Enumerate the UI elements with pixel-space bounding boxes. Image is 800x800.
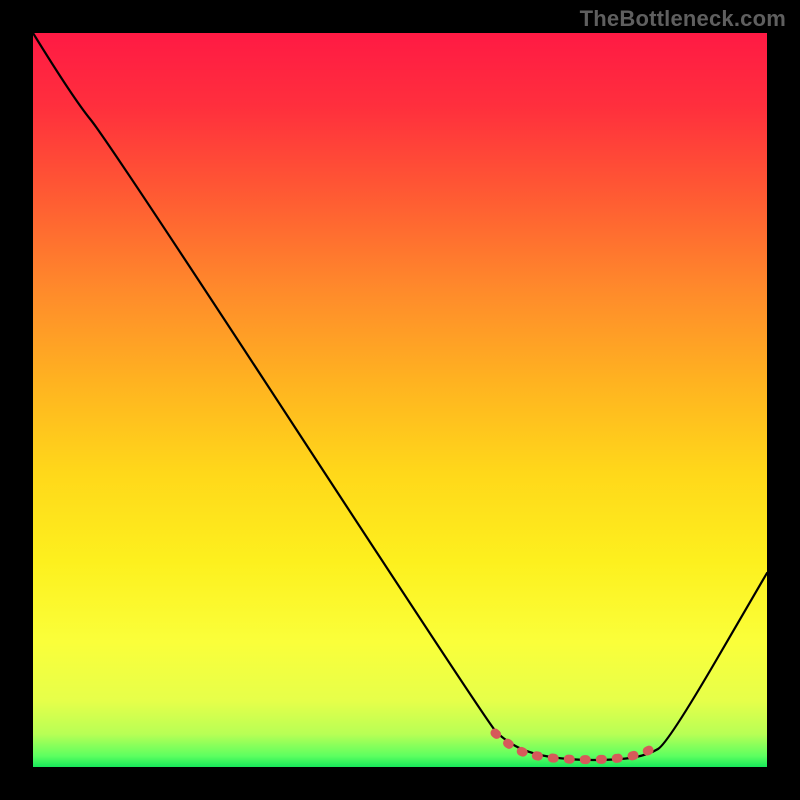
chart-frame: TheBottleneck.com — [0, 0, 800, 800]
gradient-background — [33, 33, 767, 767]
watermark-text: TheBottleneck.com — [580, 6, 786, 32]
chart-svg — [33, 33, 767, 767]
plot-area — [33, 33, 767, 767]
